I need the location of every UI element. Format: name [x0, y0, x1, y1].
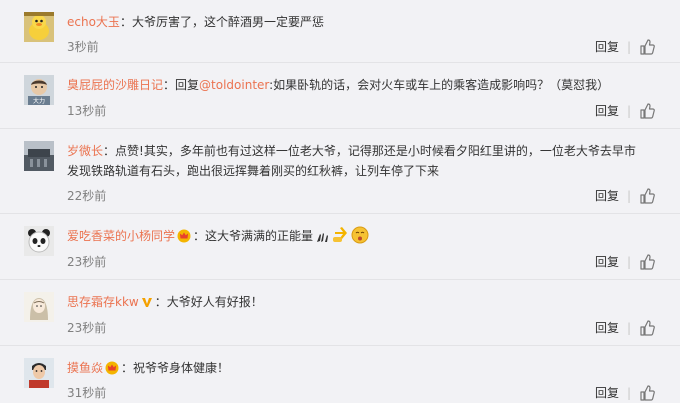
- reply-button[interactable]: 回复: [595, 383, 619, 403]
- comment-actions: 回复 |: [595, 186, 658, 206]
- comment-actions: 回复 |: [595, 383, 658, 403]
- comment-text: 大爷厉害了，这个醉酒男一定要严惩: [131, 15, 324, 29]
- avatar-building-photo: [24, 141, 54, 171]
- colon: ：: [163, 78, 176, 92]
- comment-text-continued: 发现铁路轨道有石头，跑出很远挥舞着刚买的红秋裤，让列车停了下来: [67, 164, 440, 178]
- hands-emoji-icon: [317, 233, 329, 242]
- divider: |: [626, 104, 631, 118]
- comment-meta: 3秒前 回复 |: [67, 37, 658, 57]
- divider: |: [626, 386, 631, 400]
- reply-button[interactable]: 回复: [595, 186, 619, 206]
- comment-time: 22秒前: [67, 189, 107, 203]
- colon: ：: [119, 15, 132, 29]
- mention-link[interactable]: @toldointer: [199, 78, 269, 92]
- comment-text: :如果卧轨的话，会对火车或车上的乘客造成影响吗？（莫怼我）: [269, 78, 610, 92]
- comment-time: 23秒前: [67, 321, 107, 335]
- comment-actions: 回复 |: [595, 318, 658, 338]
- comment-text: 祝爷爷身体健康！: [133, 361, 230, 375]
- comment-meta: 13秒前 回复 |: [67, 101, 658, 121]
- thumbs-up-icon[interactable]: [639, 320, 655, 336]
- avatar[interactable]: 大力: [24, 75, 54, 105]
- comment-item: 思存霜存kkw ：大爷好人有好报！ 23秒前 回复 |: [0, 280, 680, 346]
- comment-username[interactable]: 摸鱼焱: [67, 361, 103, 375]
- pointing-hand-emoji-icon: [333, 227, 348, 242]
- comment-text: 点赞!其实，多年前也有过这样一位老大爷，记得那还是小时候看夕阳红里讲的，一位老大…: [115, 144, 636, 158]
- comment-username[interactable]: 爱吃香菜的小杨同学: [67, 229, 175, 243]
- colon: ：: [121, 361, 134, 375]
- comment-list: echo大玉：大爷厉害了，这个醉酒男一定要严惩 3秒前 回复 | 大力 臭屁屁的…: [0, 0, 680, 402]
- comment-text: 这大爷满满的正能量: [205, 229, 314, 243]
- avatar[interactable]: [24, 141, 54, 171]
- comment-meta: 23秒前 回复 |: [67, 252, 658, 272]
- avatar-duck-image: [24, 12, 54, 42]
- avatar[interactable]: [24, 358, 54, 388]
- svg-text:大力: 大力: [33, 97, 45, 105]
- comment-time: 31秒前: [67, 386, 107, 400]
- crown-badge-icon: [177, 229, 191, 243]
- comment-item: 摸鱼焱 ：祝爷爷身体健康！ 31秒前 回复 |: [0, 346, 680, 402]
- comment-username[interactable]: echo大玉: [67, 15, 120, 29]
- thumbs-up-icon[interactable]: [639, 385, 655, 401]
- avatar-panda-image: [24, 226, 54, 256]
- comment-actions: 回复 |: [595, 252, 658, 272]
- comment-item: 爱吃香菜的小杨同学 ：这大爷满满的正能量 23秒前 回复 |: [0, 214, 680, 280]
- comment-item: echo大玉：大爷厉害了，这个醉酒男一定要严惩 3秒前 回复 |: [0, 0, 680, 63]
- avatar-girl-illustration: [24, 292, 54, 322]
- divider: |: [626, 255, 631, 269]
- reply-button[interactable]: 回复: [595, 101, 619, 121]
- comment-time: 13秒前: [67, 104, 107, 118]
- face-emoji-icon: [351, 226, 369, 244]
- avatar[interactable]: [24, 12, 54, 42]
- comment-text: 大爷好人有好报！: [166, 295, 263, 309]
- crown-badge-icon: [105, 361, 119, 375]
- reply-prefix: 回复: [175, 78, 200, 92]
- comment-actions: 回复 |: [595, 101, 658, 121]
- comment-item: 岁微长：点赞!其实，多年前也有过这样一位老大爷，记得那还是小时候看夕阳红里讲的，…: [0, 129, 680, 214]
- thumbs-up-icon[interactable]: [639, 254, 655, 270]
- avatar[interactable]: [24, 226, 54, 256]
- comment-time: 23秒前: [67, 255, 107, 269]
- comment-username[interactable]: 思存霜存kkw: [67, 295, 139, 309]
- avatar[interactable]: [24, 292, 54, 322]
- colon: ：: [154, 295, 167, 309]
- reply-button[interactable]: 回复: [595, 37, 619, 57]
- comment-meta: 22秒前 回复 |: [67, 186, 658, 206]
- reply-button[interactable]: 回复: [595, 252, 619, 272]
- avatar-man-photo: [24, 358, 54, 388]
- colon: ：: [103, 144, 116, 158]
- colon: ：: [193, 229, 206, 243]
- thumbs-up-icon[interactable]: [639, 103, 655, 119]
- comment-actions: 回复 |: [595, 37, 658, 57]
- divider: |: [626, 189, 631, 203]
- comment-meta: 23秒前 回复 |: [67, 318, 658, 338]
- thumbs-up-icon[interactable]: [639, 39, 655, 55]
- comment-username[interactable]: 岁微长: [67, 144, 103, 158]
- avatar-child-photo: 大力: [24, 75, 54, 105]
- vip-badge-icon: [141, 298, 152, 307]
- divider: |: [626, 40, 631, 54]
- comment-time: 3秒前: [67, 40, 99, 54]
- comment-item: 大力 臭屁屁的沙雕日记：回复@toldointer:如果卧轨的话，会对火车或车上…: [0, 63, 680, 129]
- comment-username[interactable]: 臭屁屁的沙雕日记: [67, 78, 163, 92]
- reply-button[interactable]: 回复: [595, 318, 619, 338]
- thumbs-up-icon[interactable]: [639, 188, 655, 204]
- divider: |: [626, 321, 631, 335]
- comment-meta: 31秒前 回复 |: [67, 383, 658, 403]
